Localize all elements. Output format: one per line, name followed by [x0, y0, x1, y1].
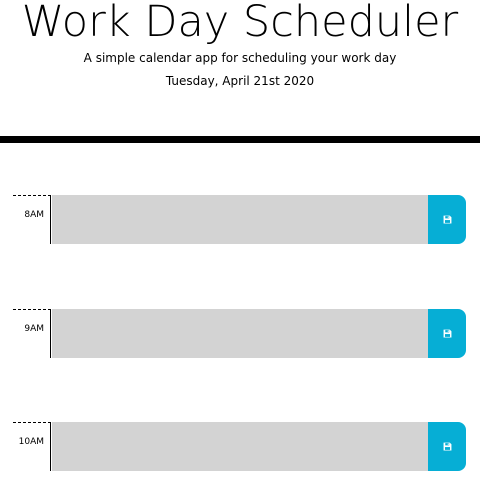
- event-description-input[interactable]: [52, 309, 428, 358]
- scheduler-page: Work Day Scheduler A simple calendar app…: [0, 0, 480, 480]
- save-button[interactable]: [428, 195, 466, 244]
- hour-label: 8AM: [13, 195, 51, 244]
- header-divider: [0, 136, 480, 143]
- time-block-9am: 9AM: [0, 309, 480, 359]
- hour-label: 10AM: [13, 422, 51, 471]
- hour-text: 8AM: [24, 210, 44, 220]
- time-block-8am: 8AM: [0, 195, 480, 245]
- time-block-10am: 10AM: [0, 422, 480, 472]
- hour-label: 9AM: [13, 309, 51, 358]
- hour-text: 9AM: [24, 324, 44, 334]
- floppy-disk-icon: [443, 215, 451, 224]
- page-title: Work Day Scheduler: [21, 0, 459, 47]
- floppy-disk-icon: [443, 329, 451, 338]
- event-description-input[interactable]: [52, 422, 428, 471]
- page-subtitle: A simple calendar app for scheduling you…: [83, 51, 397, 65]
- floppy-disk-icon: [443, 442, 451, 451]
- save-button[interactable]: [428, 309, 466, 358]
- hour-text: 10AM: [18, 437, 44, 447]
- save-button[interactable]: [428, 422, 466, 471]
- current-day: Tuesday, April 21st 2020: [165, 74, 315, 88]
- header: Work Day Scheduler A simple calendar app…: [0, 0, 480, 142]
- event-description-input[interactable]: [52, 195, 428, 244]
